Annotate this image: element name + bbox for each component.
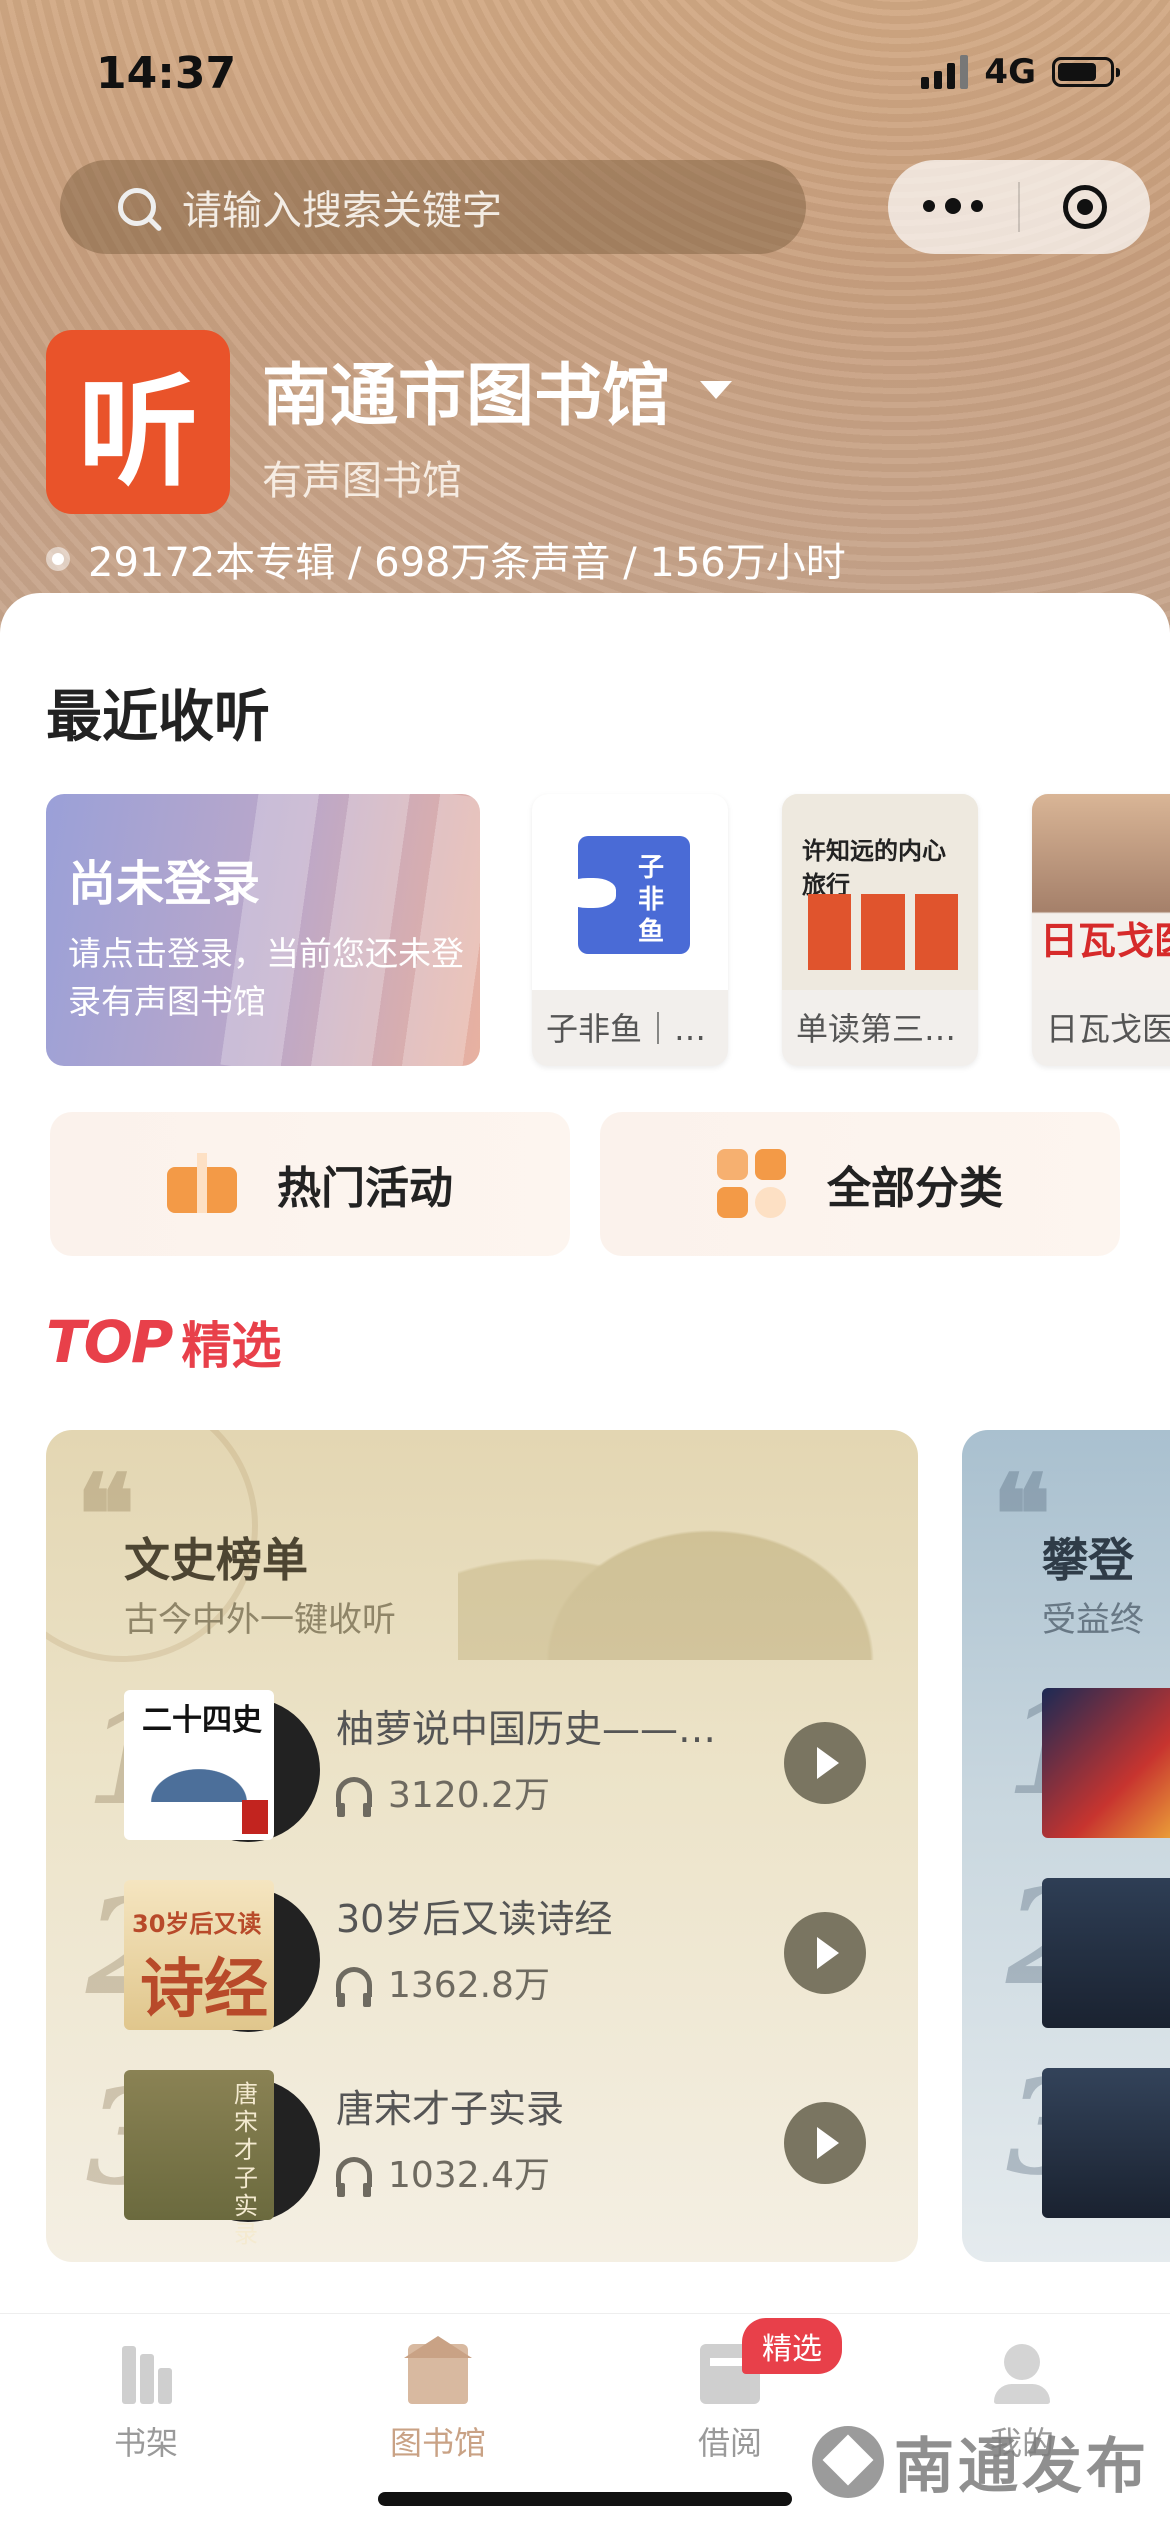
album-cover — [1042, 1878, 1170, 2028]
recent-item-title: 子非鱼｜… — [546, 1010, 707, 1048]
stats-text: 29172本专辑 / 698万条声音 / 156万小时 — [88, 540, 846, 586]
status-time: 14:37 — [96, 48, 237, 99]
library-stats: 29172本专辑 / 698万条声音 / 156万小时 — [46, 530, 846, 588]
top-title-text: 精选 — [181, 1317, 282, 1375]
recent-item-title: 日瓦戈医 — [1046, 1010, 1170, 1048]
login-subtitle: 请点击登录，当前您还未登录有声图书馆 — [68, 934, 464, 1021]
ranking-row[interactable]: 2 30岁后又读 诗经 30岁后又读诗经 1362.8万 — [46, 1870, 918, 2040]
play-count: 1362.8万 — [336, 1956, 550, 2008]
grid-icon — [717, 1149, 787, 1219]
dot-icon — [46, 547, 70, 571]
recent-item[interactable]: 日瓦戈医 日瓦戈医 — [1032, 794, 1170, 1066]
play-count: 3120.2万 — [336, 1766, 550, 1818]
all-categories-button[interactable]: 全部分类 — [600, 1112, 1120, 1256]
album-cover — [1042, 2068, 1170, 2218]
album-name: 柚萝说中国历史——… — [336, 1707, 717, 1751]
recent-item-title: 单读第三… — [796, 1010, 957, 1048]
library-selector[interactable]: 南通市图书馆 — [262, 340, 733, 439]
hot-activities-label: 热门活动 — [277, 1163, 453, 1214]
watermark: 南通发布 — [812, 2418, 1150, 2505]
library-name: 南通市图书馆 — [262, 357, 671, 436]
miniapp-capsule — [888, 160, 1150, 254]
cover-text: 唐宋才子实录 — [234, 2080, 258, 2248]
cover-text: 二十四史 — [142, 1703, 262, 1738]
mountain-decoration — [458, 1460, 878, 1660]
featured-badge: 精选 — [742, 2318, 842, 2374]
top-picks-title: TOP 精选 — [46, 1306, 281, 1378]
album-cover: 许知远的内心旅行 — [782, 794, 978, 990]
recent-title: 最近收听 — [46, 685, 270, 750]
network-type: 4G — [984, 52, 1036, 92]
ranking-row[interactable]: 1 二十四史 柚萝说中国历史——… 3120.2万 — [46, 1680, 918, 1850]
recent-item[interactable]: 许知远的内心旅行 单读第三… — [782, 794, 978, 1066]
album-cover: 子非鱼 — [532, 794, 728, 990]
cover-art — [808, 894, 958, 970]
album-cover — [1042, 1688, 1170, 1838]
gift-icon — [167, 1153, 237, 1213]
cover-big-text: 诗经 — [140, 1953, 268, 2027]
tab-label: 图书馆 — [389, 2424, 486, 2462]
search-icon — [118, 188, 156, 226]
chevron-down-icon — [700, 380, 733, 399]
bookshelf-icon — [116, 2344, 176, 2404]
tab-label: 借阅 — [697, 2424, 762, 2462]
login-card[interactable]: 尚未登录 请点击登录，当前您还未登录有声图书馆 — [46, 794, 480, 1066]
cover-text: 日瓦戈医 — [1040, 919, 1170, 963]
album-cover: 日瓦戈医 — [1032, 794, 1170, 990]
user-icon — [992, 2344, 1052, 2404]
search-bar[interactable]: 请输入搜索关键字 — [60, 160, 806, 254]
top-logo: TOP — [46, 1308, 173, 1376]
play-button[interactable] — [784, 1912, 866, 1994]
play-button[interactable] — [784, 2102, 866, 2184]
home-indicator — [378, 2492, 792, 2506]
seal-icon — [242, 1800, 268, 1834]
album-name: 30岁后又读诗经 — [336, 1897, 613, 1941]
album-cover: 唐宋才子实录 — [124, 2070, 274, 2248]
headphones-icon — [336, 2157, 372, 2197]
headphones-icon — [336, 1777, 372, 1817]
play-count-value: 3120.2万 — [388, 1775, 550, 1816]
login-title: 尚未登录 — [68, 856, 261, 912]
ranking-card[interactable]: ❝ 攀登 受益终 1 2 3 — [962, 1430, 1170, 2262]
album-name: 唐宋才子实录 — [336, 2087, 565, 2131]
ranking-row[interactable]: 3 唐宋才子实录 唐宋才子实录 1032.4万 — [46, 2060, 918, 2248]
tab-library[interactable]: 图书馆 — [328, 2336, 548, 2464]
library-subtitle: 有声图书馆 — [262, 458, 462, 504]
play-button[interactable] — [784, 1722, 866, 1804]
ranking-card[interactable]: ❝ 文史榜单 古今中外一键收听 1 二十四史 柚萝说中国历史——… 3120.2… — [46, 1430, 918, 2262]
watermark-text: 南通发布 — [894, 2432, 1150, 2502]
hot-activities-button[interactable]: 热门活动 — [50, 1112, 570, 1256]
cover-text: 许知远的内心旅行 — [802, 837, 946, 899]
cover-art — [132, 1756, 266, 1802]
ranking-title: 攀登 — [1042, 1533, 1134, 1587]
app-logo: 听 — [46, 330, 230, 514]
album-cover: 30岁后又读 诗经 — [124, 1880, 274, 2030]
play-count: 1032.4万 — [336, 2146, 550, 2198]
signal-icon — [921, 55, 969, 89]
close-target-icon[interactable] — [1020, 185, 1150, 229]
library-icon — [404, 2336, 472, 2404]
headphones-icon — [336, 1967, 372, 2007]
tab-label: 书架 — [113, 2424, 178, 2462]
ranking-subtitle: 古今中外一键收听 — [124, 1600, 396, 1640]
recent-item[interactable]: 子非鱼 子非鱼｜… — [532, 794, 728, 1066]
watermark-logo-icon — [812, 2425, 884, 2498]
battery-icon — [1052, 57, 1120, 87]
search-placeholder: 请输入搜索关键字 — [182, 188, 502, 234]
fish-icon — [560, 878, 616, 908]
album-cover: 二十四史 — [124, 1690, 274, 1840]
more-icon[interactable] — [888, 198, 1018, 214]
play-count-value: 1032.4万 — [388, 2155, 550, 2196]
ranking-subtitle: 受益终 — [1042, 1600, 1144, 1640]
ranking-title: 文史榜单 — [124, 1533, 308, 1587]
tab-bookshelf[interactable]: 书架 — [36, 2344, 256, 2464]
cover-text: 30岁后又读 — [132, 1910, 262, 1938]
play-count-value: 1362.8万 — [388, 1965, 550, 2006]
all-categories-label: 全部分类 — [827, 1163, 1003, 1214]
logo-glyph: 听 — [78, 364, 198, 503]
status-indicators: 4G — [921, 52, 1120, 92]
